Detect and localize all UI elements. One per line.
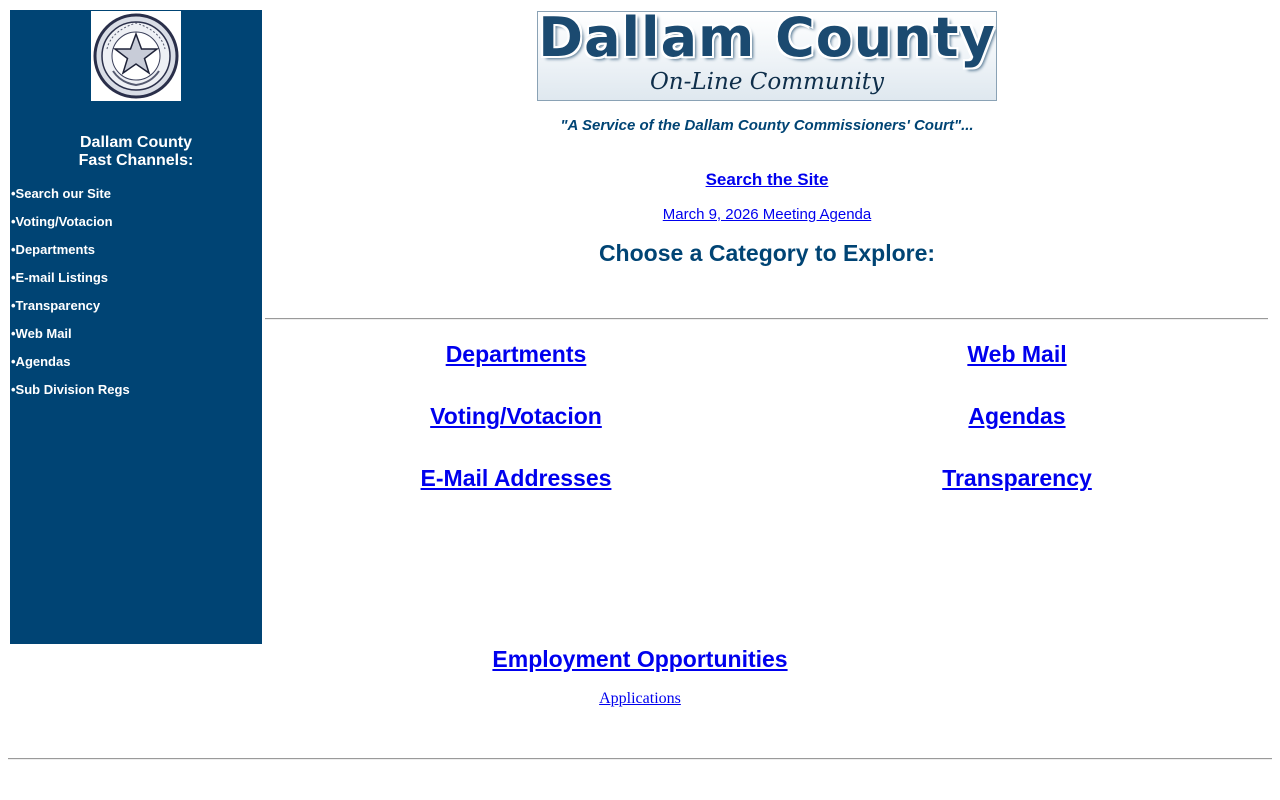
category-voting-link[interactable]: Voting/Votacion [316,403,716,430]
sidebar-item-transparency[interactable]: •Transparency [11,298,261,326]
banner-subtitle: On-Line Community [649,69,885,95]
category-web-mail-link[interactable]: Web Mail [817,341,1217,368]
banner-title: Dallam County [538,11,996,69]
sidebar-heading-line2: Fast Channels: [78,152,194,169]
tagline: "A Service of the Dallam County Commissi… [560,117,974,134]
sidebar-item-search[interactable]: •Search our Site [11,186,261,214]
sidebar-item-voting[interactable]: •Voting/Votacion [11,214,261,242]
sidebar-item-agendas[interactable]: •Agendas [11,354,261,382]
sidebar-item-subdivision-regs[interactable]: •Sub Division Regs [11,382,261,410]
employment-opportunities-link[interactable]: Employment Opportunities [390,646,890,673]
category-departments-link[interactable]: Departments [316,341,716,368]
sidebar-item-email-listings[interactable]: •E-mail Listings [11,270,261,298]
sidebar-item-web-mail[interactable]: •Web Mail [11,326,261,354]
explore-heading: Choose a Category to Explore: [598,240,936,266]
applications-link[interactable]: Applications [490,690,790,708]
sidebar: Dallam County Fast Channels: •Search our… [10,10,262,644]
meeting-agenda-link[interactable]: March 9, 2026 Meeting Agenda [567,206,967,223]
texas-state-seal-icon [91,11,181,101]
sidebar-item-departments[interactable]: •Departments [11,242,261,270]
sidebar-heading: Dallam County Fast Channels: [10,134,262,170]
category-transparency-link[interactable]: Transparency [817,465,1217,492]
site-banner-logo: Dallam County On-Line Community [537,11,997,101]
divider [265,318,1268,320]
footer-divider [8,758,1272,760]
search-site-link[interactable]: Search the Site [617,170,917,190]
sidebar-nav: •Search our Site •Voting/Votacion •Depar… [11,186,261,410]
category-email-addresses-link[interactable]: E-Mail Addresses [316,465,716,492]
category-agendas-link[interactable]: Agendas [817,403,1217,430]
sidebar-heading-line1: Dallam County [79,134,192,151]
